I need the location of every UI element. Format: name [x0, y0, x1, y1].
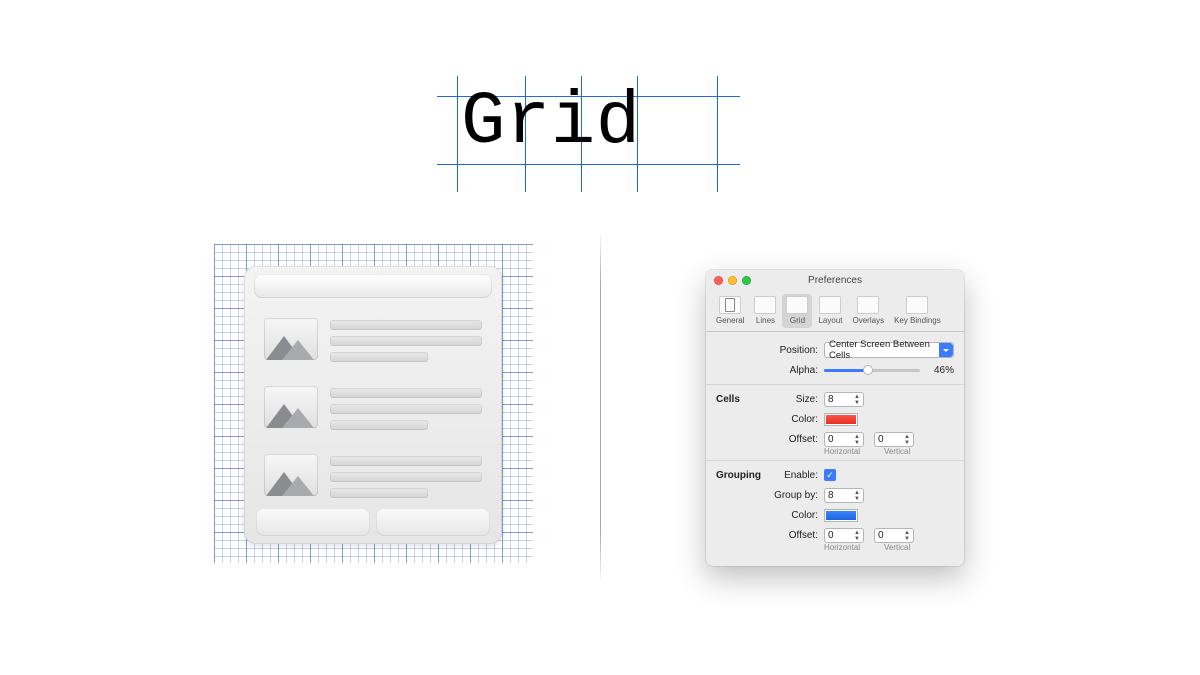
- grouping-color-swatch[interactable]: [824, 509, 858, 522]
- window-title: Preferences: [706, 275, 964, 286]
- tab-general[interactable]: General: [712, 294, 748, 328]
- select-value: Center Screen Between Cells: [829, 339, 949, 361]
- chevron-down-icon: [939, 343, 953, 357]
- lines-icon: [754, 296, 776, 314]
- stepper-value: 0: [878, 434, 884, 445]
- tab-overlays[interactable]: Overlays: [849, 294, 889, 328]
- grid-overlay-preview: [214, 244, 533, 563]
- stepper-value: 0: [828, 434, 834, 445]
- grid-icon: [786, 296, 808, 314]
- grouping-enable-label: Enable:: [770, 470, 824, 481]
- cells-section-label: Cells: [716, 394, 770, 405]
- alpha-slider[interactable]: [824, 369, 920, 372]
- cells-offset-h-stepper[interactable]: 0 ▲▼: [824, 432, 864, 447]
- window-titlebar: Preferences: [706, 270, 964, 290]
- tab-lines[interactable]: Lines: [750, 294, 780, 328]
- alpha-value: 46%: [926, 365, 954, 376]
- page-title: Grid: [461, 86, 641, 160]
- tab-label: Key Bindings: [894, 316, 941, 325]
- cells-offset-label: Offset:: [770, 434, 824, 445]
- grouping-offset-h-stepper[interactable]: 0 ▲▼: [824, 528, 864, 543]
- tab-label: Layout: [818, 316, 842, 325]
- sublabel-horizontal: Horizontal: [824, 447, 860, 456]
- groupby-label: Group by:: [770, 490, 824, 501]
- grouping-offset-label: Offset:: [770, 530, 824, 541]
- grouping-enable-checkbox[interactable]: [824, 469, 836, 481]
- keyboard-icon: [906, 296, 928, 314]
- groupby-stepper[interactable]: 8 ▲▼: [824, 488, 864, 503]
- grouping-section-label: Grouping: [716, 470, 770, 481]
- grouping-color-label: Color:: [770, 510, 824, 521]
- tab-label: General: [716, 316, 744, 325]
- layout-icon: [819, 296, 841, 314]
- prefs-toolbar: General Lines Grid Layout Overlays Key B…: [706, 290, 964, 328]
- vertical-divider: [600, 230, 601, 585]
- tab-key-bindings[interactable]: Key Bindings: [890, 294, 945, 328]
- preferences-window: Preferences General Lines Grid Layout Ov…: [706, 270, 964, 566]
- alpha-label: Alpha:: [770, 365, 824, 376]
- stepper-value: 0: [878, 530, 884, 541]
- title-block: Grid: [437, 76, 740, 192]
- tab-layout[interactable]: Layout: [814, 294, 846, 328]
- cells-size-label: Size:: [770, 394, 824, 405]
- cells-color-label: Color:: [770, 414, 824, 425]
- tab-grid[interactable]: Grid: [782, 294, 812, 328]
- tab-label: Lines: [756, 316, 775, 325]
- tab-label: Overlays: [853, 316, 885, 325]
- cells-offset-v-stepper[interactable]: 0 ▲▼: [874, 432, 914, 447]
- stepper-value: 0: [828, 530, 834, 541]
- general-icon: [719, 296, 741, 314]
- position-label: Position:: [770, 345, 824, 356]
- sublabel-horizontal: Horizontal: [824, 543, 860, 552]
- cells-size-stepper[interactable]: 8 ▲▼: [824, 392, 864, 407]
- sublabel-vertical: Vertical: [884, 447, 910, 456]
- tab-label: Grid: [790, 316, 805, 325]
- stepper-value: 8: [828, 490, 834, 501]
- sublabel-vertical: Vertical: [884, 543, 910, 552]
- cells-color-swatch[interactable]: [824, 413, 858, 426]
- position-select[interactable]: Center Screen Between Cells: [824, 342, 954, 358]
- app-icon-illustration: [244, 266, 502, 544]
- stepper-value: 8: [828, 394, 834, 405]
- overlays-icon: [857, 296, 879, 314]
- grouping-offset-v-stepper[interactable]: 0 ▲▼: [874, 528, 914, 543]
